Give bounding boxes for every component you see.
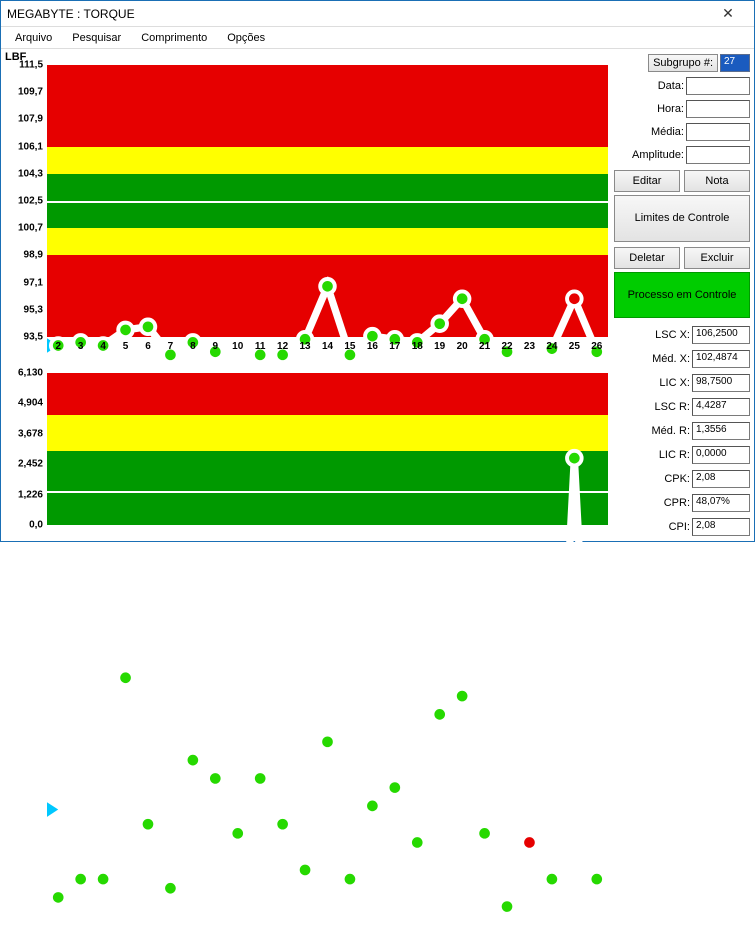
lscx-value[interactable]: 106,2500 bbox=[692, 326, 750, 344]
menu-comprimento[interactable]: Comprimento bbox=[131, 29, 217, 47]
data-row: Data: bbox=[614, 76, 750, 96]
data-input[interactable] bbox=[686, 77, 750, 95]
subgrupo-row: Subgrupo #: 27 bbox=[614, 53, 750, 73]
data-label: Data: bbox=[658, 80, 684, 92]
hora-row: Hora: bbox=[614, 99, 750, 119]
licx-value[interactable]: 98,7500 bbox=[692, 374, 750, 392]
cpk-value[interactable]: 2,08 bbox=[692, 470, 750, 488]
hora-label: Hora: bbox=[657, 103, 684, 115]
limites-button[interactable]: Limites de Controle bbox=[614, 195, 750, 242]
amplitude-row: Amplitude: bbox=[614, 145, 750, 165]
menubar: Arquivo Pesquisar Comprimento Opções bbox=[1, 27, 754, 49]
cpi-label: CPI: bbox=[669, 521, 690, 533]
hora-input[interactable] bbox=[686, 100, 750, 118]
xbar-chart: 111,5109,7107,9106,1104,3102,5100,798,99… bbox=[5, 59, 608, 359]
medr-value[interactable]: 1,3556 bbox=[692, 422, 750, 440]
lscr-value[interactable]: 4,4287 bbox=[692, 398, 750, 416]
subgrupo-input[interactable]: 27 bbox=[720, 54, 750, 72]
menu-opcoes[interactable]: Opções bbox=[217, 29, 275, 47]
media-row: Média: bbox=[614, 122, 750, 142]
deletar-button[interactable]: Deletar bbox=[614, 247, 680, 269]
lscr-label: LSC R: bbox=[655, 401, 690, 413]
stats-group: LSC X:106,2500 Méd. X:102,4874 LIC X:98,… bbox=[614, 325, 750, 537]
xbar-y-axis: 111,5109,7107,9106,1104,3102,5100,798,99… bbox=[5, 59, 47, 359]
licx-label: LIC X: bbox=[659, 377, 690, 389]
lscx-label: LSC X: bbox=[655, 329, 690, 341]
subgrupo-label[interactable]: Subgrupo #: bbox=[648, 54, 718, 72]
amplitude-input[interactable] bbox=[686, 146, 750, 164]
menu-arquivo[interactable]: Arquivo bbox=[5, 29, 62, 47]
titlebar: MEGABYTE : TORQUE ✕ bbox=[1, 1, 754, 27]
licr-label: LIC R: bbox=[659, 449, 690, 461]
medx-label: Méd. X: bbox=[652, 353, 690, 365]
medr-label: Méd. R: bbox=[651, 425, 690, 437]
processo-button[interactable]: Processo em Controle bbox=[614, 272, 750, 319]
excluir-button[interactable]: Excluir bbox=[684, 247, 750, 269]
media-label: Média: bbox=[651, 126, 684, 138]
licr-value[interactable]: 0,0000 bbox=[692, 446, 750, 464]
amplitude-label: Amplitude: bbox=[632, 149, 684, 161]
cpi-value[interactable]: 2,08 bbox=[692, 518, 750, 536]
media-input[interactable] bbox=[686, 123, 750, 141]
side-panel: Subgrupo #: 27 Data: Hora: Média: Amplit… bbox=[610, 49, 754, 541]
nota-button[interactable]: Nota bbox=[684, 170, 750, 192]
editar-button[interactable]: Editar bbox=[614, 170, 680, 192]
range-plot-area[interactable] bbox=[47, 369, 608, 529]
close-button[interactable]: ✕ bbox=[708, 4, 748, 24]
charts-panel: LBF 111,5109,7107,9106,1104,3102,5100,79… bbox=[1, 49, 610, 541]
xbar-x-axis: 2345678910111213141516171819202122232425… bbox=[47, 341, 608, 359]
cpk-label: CPK: bbox=[664, 473, 690, 485]
range-y-axis: 6,1304,9043,6782,4521,2260,0 bbox=[5, 369, 47, 529]
window-title: MEGABYTE : TORQUE bbox=[7, 7, 708, 21]
medx-value[interactable]: 102,4874 bbox=[692, 350, 750, 368]
xbar-plot-area[interactable]: 2345678910111213141516171819202122232425… bbox=[47, 59, 608, 359]
main: LBF 111,5109,7107,9106,1104,3102,5100,79… bbox=[1, 49, 754, 541]
cpr-label: CPR: bbox=[664, 497, 690, 509]
range-chart: 6,1304,9043,6782,4521,2260,0 bbox=[5, 369, 608, 529]
menu-pesquisar[interactable]: Pesquisar bbox=[62, 29, 131, 47]
cpr-value[interactable]: 48,07% bbox=[692, 494, 750, 512]
